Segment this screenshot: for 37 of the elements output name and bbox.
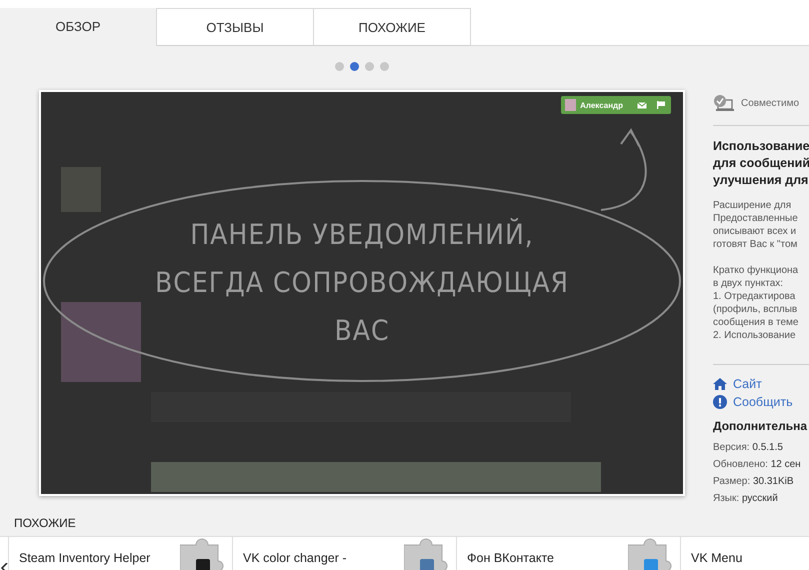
slide-caption: ВСЕГДА СОПРОВОЖДАЮЩАЯ (154, 266, 570, 300)
tab[interactable]: ОБЗОР (0, 8, 157, 46)
puzzle-icon (404, 537, 448, 570)
detail-row-text: Обновлено: 12 сен (713, 458, 802, 472)
puzzle-icon (180, 537, 224, 570)
carousel-dot[interactable] (350, 62, 359, 70)
laptop-check-icon (713, 94, 735, 112)
puzzle-icon (628, 537, 672, 570)
exclamation-icon (713, 395, 727, 409)
envelope-icon (637, 102, 647, 108)
detail-row-text: Язык: русский (713, 492, 779, 506)
similar-heading: ПОХОЖИЕ (13, 515, 77, 532)
detail-row-text: Версия: 0.5.1.5 (713, 441, 784, 455)
chevron-left-icon (0, 563, 8, 570)
slide-caption: ПАНЕЛЬ УВЕДОМЛЕНИЙ, (190, 218, 534, 252)
website-link[interactable]: Сайт (733, 377, 762, 391)
user-name: Александр (580, 100, 623, 110)
report-link[interactable]: Сообщить (733, 395, 793, 409)
extension-description: Расширение для Предоставленные описывают всех и готовят Вас к "том Кратко функциона в двух пунктах: 1. Отредактирова (профиль, всплыв сообщения в теме 2. Использование (713, 199, 809, 365)
detail-row-text: Размер: 30.31KiB (713, 475, 795, 489)
carousel-dot[interactable] (365, 62, 374, 70)
carousel-dot[interactable] (380, 62, 389, 70)
carousel-dot[interactable] (335, 62, 344, 70)
extension-card[interactable]: VK Menu (681, 537, 809, 570)
extension-title: Использование для сообщений улучшения для (713, 138, 809, 189)
details-heading: Дополнительна (713, 419, 808, 433)
home-icon (713, 378, 727, 390)
slide-caption: ВАС (334, 314, 390, 348)
tab[interactable]: ОТЗЫВЫ (156, 8, 314, 46)
extension-card[interactable]: Фон ВКонтакте (457, 537, 681, 570)
avatar-icon (565, 99, 576, 111)
flag-icon (657, 101, 665, 109)
compatibility-text: Совместимо (741, 98, 800, 108)
extension-card[interactable]: Steam Inventory Helper (9, 537, 233, 570)
extension-card[interactable]: VK color changer - (233, 537, 457, 570)
previous-button[interactable] (0, 537, 9, 570)
tab[interactable]: ПОХОЖИЕ (313, 8, 471, 46)
